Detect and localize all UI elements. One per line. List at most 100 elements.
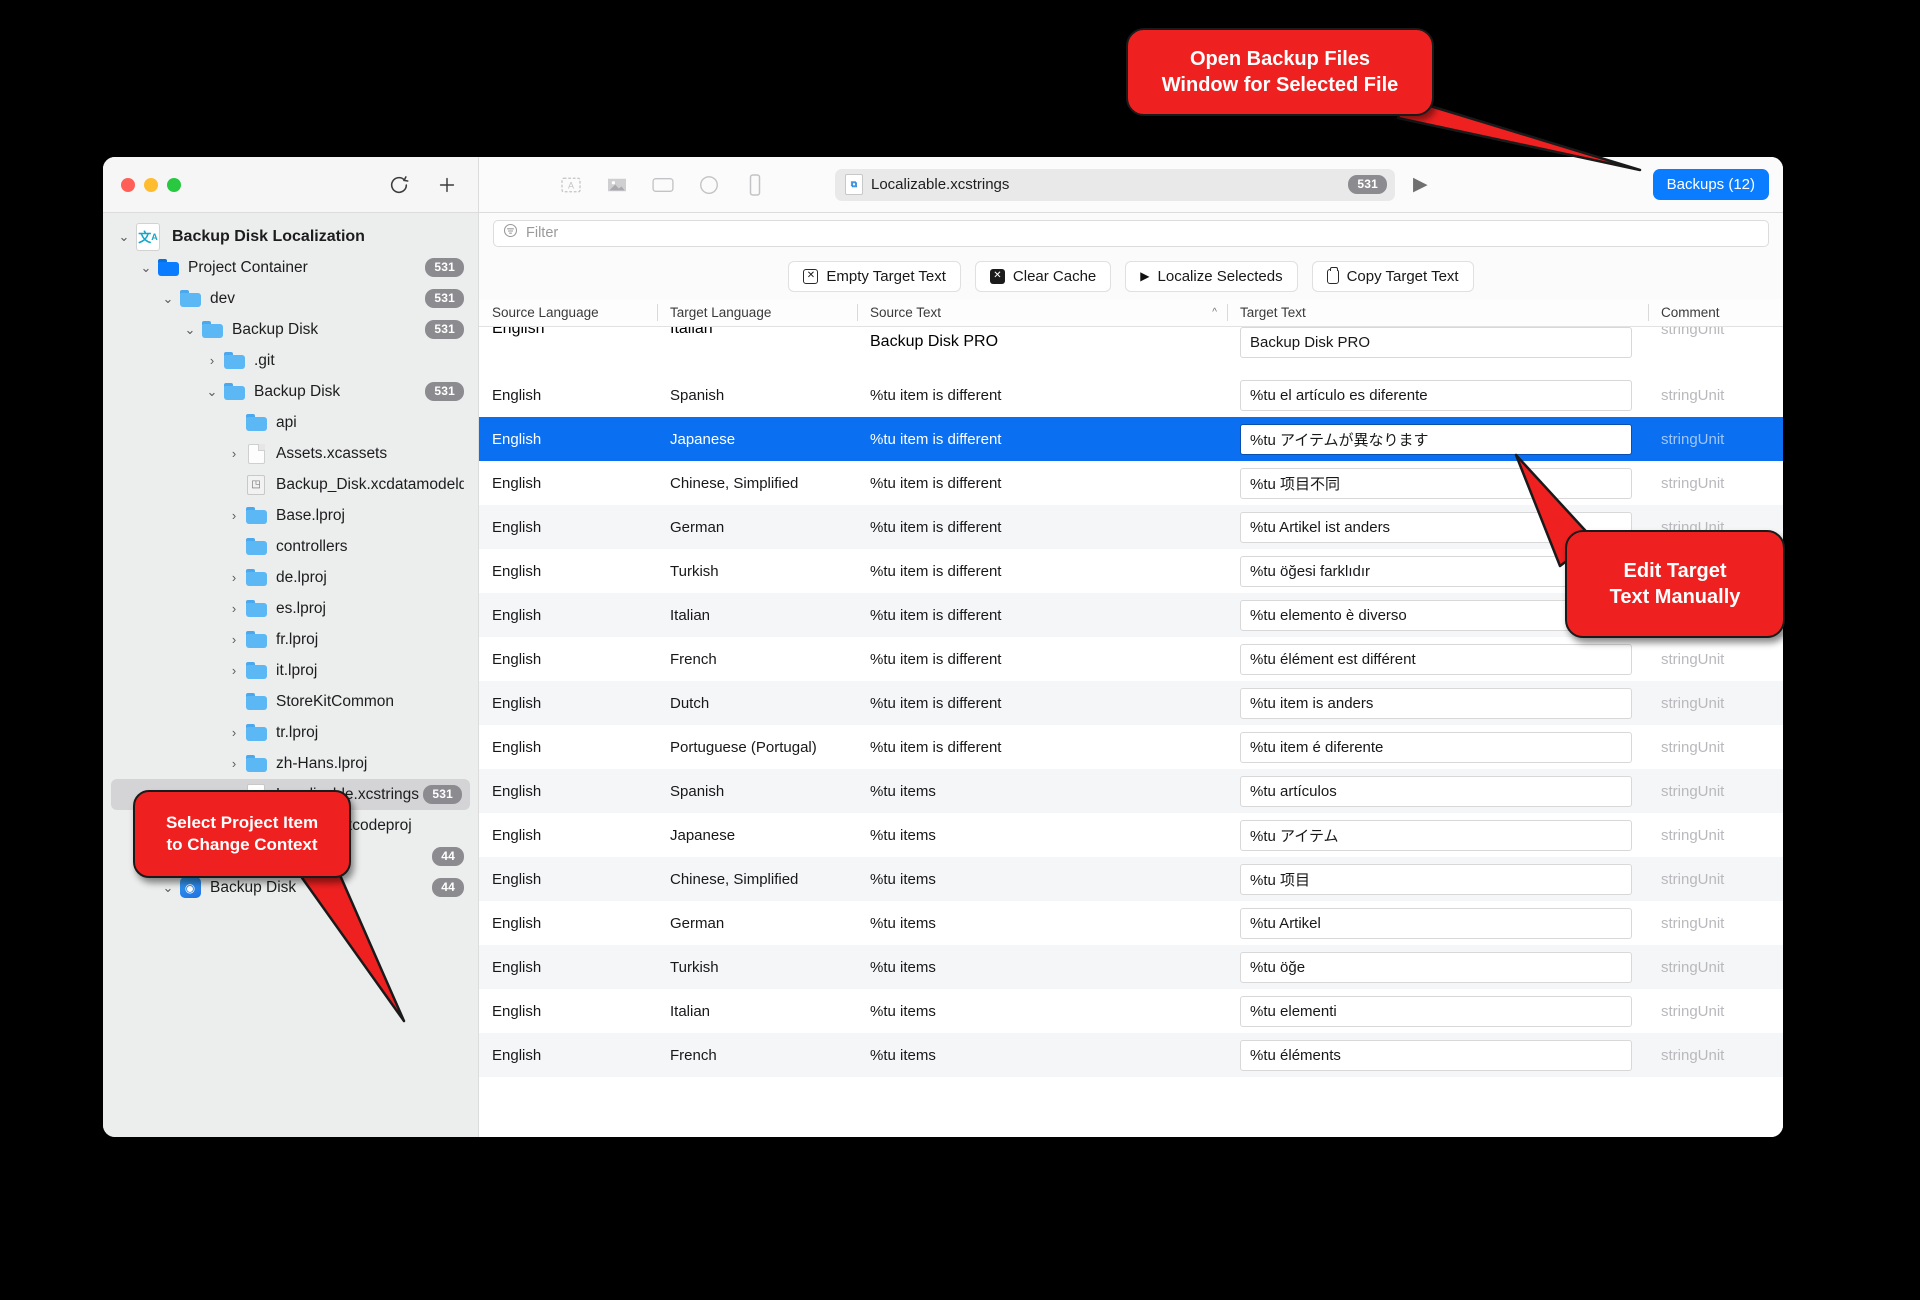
cell-target-text[interactable] xyxy=(1227,423,1648,455)
table-row[interactable]: English Japanese %tu item is different stri… xyxy=(479,417,1783,461)
close-window-button[interactable] xyxy=(121,177,135,192)
sidebar-item-controllers[interactable]: controllers xyxy=(103,531,478,562)
chevron-right-icon[interactable]: › xyxy=(201,353,223,368)
chevron-down-icon[interactable]: ⌄ xyxy=(135,260,157,276)
table-row[interactable]: English Japanese %tu items stringUnit xyxy=(479,813,1783,857)
copy-target-text-button[interactable]: Copy Target Text xyxy=(1311,260,1474,292)
sidebar-item-zh-hans-lproj[interactable]: › zh-Hans.lproj xyxy=(103,748,478,779)
sidebar-item-fr-lproj[interactable]: › fr.lproj xyxy=(103,624,478,655)
target-text-input[interactable] xyxy=(1240,687,1632,719)
table-row[interactable]: English Portuguese (Portugal) %tu item is … xyxy=(479,725,1783,769)
table-row[interactable]: English Italian Backup Disk PRO stringUnit xyxy=(479,327,1783,373)
target-text-input[interactable] xyxy=(1240,731,1632,763)
image-icon[interactable] xyxy=(605,173,629,197)
sidebar-item-assets-xcassets[interactable]: › Assets.xcassets xyxy=(103,438,478,469)
cell-target-text[interactable] xyxy=(1227,731,1648,763)
empty-target-text-button[interactable]: ✕ Empty Target Text xyxy=(788,260,961,292)
chevron-down-icon[interactable]: ⌄ xyxy=(157,291,179,307)
target-text-input[interactable] xyxy=(1240,907,1632,939)
chevron-down-icon[interactable]: ⌄ xyxy=(201,384,223,400)
chevron-right-icon[interactable]: › xyxy=(223,663,245,678)
cell-target-text[interactable] xyxy=(1227,643,1648,675)
chevron-right-icon[interactable]: › xyxy=(223,570,245,585)
chevron-right-icon[interactable]: › xyxy=(223,756,245,771)
file-path-field[interactable]: ⧉ Localizable.xcstrings 531 xyxy=(835,168,1395,201)
column-header-source-language[interactable]: Source Language xyxy=(479,299,657,326)
table-row[interactable]: English French %tu items stringUnit xyxy=(479,1033,1783,1077)
table-row[interactable]: English French %tu item is different string… xyxy=(479,637,1783,681)
localize-selecteds-button[interactable]: ▶ Localize Selecteds xyxy=(1125,260,1298,292)
chevron-down-icon[interactable]: ⌄ xyxy=(157,880,179,896)
cell-target-text[interactable] xyxy=(1227,951,1648,983)
play-icon[interactable]: ▶ xyxy=(1413,173,1428,196)
target-text-input[interactable] xyxy=(1240,819,1632,851)
sidebar-item-backup-disk[interactable]: ⌄ Backup Disk 531 xyxy=(103,376,478,407)
chevron-down-icon[interactable]: ⌄ xyxy=(113,229,135,245)
target-text-input[interactable] xyxy=(1240,951,1632,983)
sidebar-item-de-lproj[interactable]: › de.lproj xyxy=(103,562,478,593)
table-row[interactable]: English Turkish %tu items stringUnit xyxy=(479,945,1783,989)
clear-cache-button[interactable]: ✕ Clear Cache xyxy=(974,260,1112,292)
table-body[interactable]: EnglishItalianBackup Disk PROstringUnitE… xyxy=(479,327,1783,1137)
column-header-comment[interactable]: Comment xyxy=(1648,299,1783,326)
rectangle-icon[interactable] xyxy=(651,173,675,197)
target-text-input[interactable] xyxy=(1240,995,1632,1027)
circle-icon[interactable] xyxy=(697,173,721,197)
target-text-input[interactable] xyxy=(1240,467,1632,499)
table-row[interactable]: English Chinese, Simplified %tu items strin… xyxy=(479,857,1783,901)
sidebar-item-backup-disk[interactable]: ⌄ Backup Disk 531 xyxy=(103,314,478,345)
cell-target-text[interactable] xyxy=(1227,775,1648,807)
maximize-window-button[interactable] xyxy=(167,177,181,192)
target-text-input[interactable] xyxy=(1240,423,1632,455)
cell-target-text[interactable] xyxy=(1227,1039,1648,1071)
chevron-right-icon[interactable]: › xyxy=(223,446,245,461)
chevron-down-icon[interactable]: ⌄ xyxy=(179,322,201,338)
sidebar-item-es-lproj[interactable]: › es.lproj xyxy=(103,593,478,624)
target-text-input[interactable] xyxy=(1240,643,1632,675)
project-sidebar[interactable]: ⌄ 文A Backup Disk Localization ⌄ Project C… xyxy=(103,213,479,1137)
chevron-right-icon[interactable]: › xyxy=(223,508,245,523)
column-header-target-language[interactable]: Target Language xyxy=(657,299,857,326)
cell-target-text[interactable] xyxy=(1227,907,1648,939)
chevron-right-icon[interactable]: › xyxy=(223,601,245,616)
table-row[interactable]: English Dutch %tu item is different stringU… xyxy=(479,681,1783,725)
table-row[interactable]: English Italian %tu items stringUnit xyxy=(479,989,1783,1033)
chevron-right-icon[interactable]: › xyxy=(223,632,245,647)
sidebar-item-backup-disk-xcdatamodeld[interactable]: ◳ Backup_Disk.xcdatamodeld xyxy=(103,469,478,500)
sidebar-item-git[interactable]: › .git xyxy=(103,345,478,376)
target-text-input[interactable] xyxy=(1240,863,1632,895)
table-row[interactable]: English Spanish %tu item is different strin… xyxy=(479,373,1783,417)
text-placeholder-icon[interactable]: A xyxy=(559,173,583,197)
filter-input-wrap[interactable]: Filter xyxy=(493,219,1769,247)
cell-target-text[interactable] xyxy=(1227,819,1648,851)
column-header-target-text[interactable]: Target Text xyxy=(1227,299,1648,326)
sidebar-root-item[interactable]: ⌄ 文A Backup Disk Localization xyxy=(103,221,478,252)
chevron-right-icon[interactable]: › xyxy=(223,725,245,740)
sidebar-item-api[interactable]: api xyxy=(103,407,478,438)
cell-target-text[interactable] xyxy=(1227,995,1648,1027)
plus-icon[interactable] xyxy=(434,172,460,198)
sidebar-item-tr-lproj[interactable]: › tr.lproj xyxy=(103,717,478,748)
sidebar-item-storekitcommon[interactable]: StoreKitCommon xyxy=(103,686,478,717)
table-row[interactable]: English Chinese, Simplified %tu item is di… xyxy=(479,461,1783,505)
target-text-input[interactable] xyxy=(1240,379,1632,411)
table-row[interactable]: English Spanish %tu items stringUnit xyxy=(479,769,1783,813)
minimize-window-button[interactable] xyxy=(144,177,158,192)
sidebar-item-base-lproj[interactable]: › Base.lproj xyxy=(103,500,478,531)
cell-target-text[interactable] xyxy=(1227,687,1648,719)
device-icon[interactable] xyxy=(743,173,767,197)
refresh-icon[interactable] xyxy=(386,172,412,198)
sidebar-item-dev[interactable]: ⌄ dev 531 xyxy=(103,283,478,314)
cell-target-text[interactable] xyxy=(1227,327,1648,358)
sidebar-item-project-container[interactable]: ⌄ Project Container 531 xyxy=(103,252,478,283)
table-row[interactable]: English German %tu items stringUnit xyxy=(479,901,1783,945)
backups-button[interactable]: Backups (12) xyxy=(1652,169,1769,200)
sidebar-item-it-lproj[interactable]: › it.lproj xyxy=(103,655,478,686)
target-text-input[interactable] xyxy=(1240,1039,1632,1071)
target-text-input[interactable] xyxy=(1240,327,1632,358)
cell-target-text[interactable] xyxy=(1227,467,1648,499)
cell-target-text[interactable] xyxy=(1227,863,1648,895)
cell-target-text[interactable] xyxy=(1227,379,1648,411)
column-header-source-text[interactable]: Source Text ^ xyxy=(857,299,1227,326)
target-text-input[interactable] xyxy=(1240,775,1632,807)
